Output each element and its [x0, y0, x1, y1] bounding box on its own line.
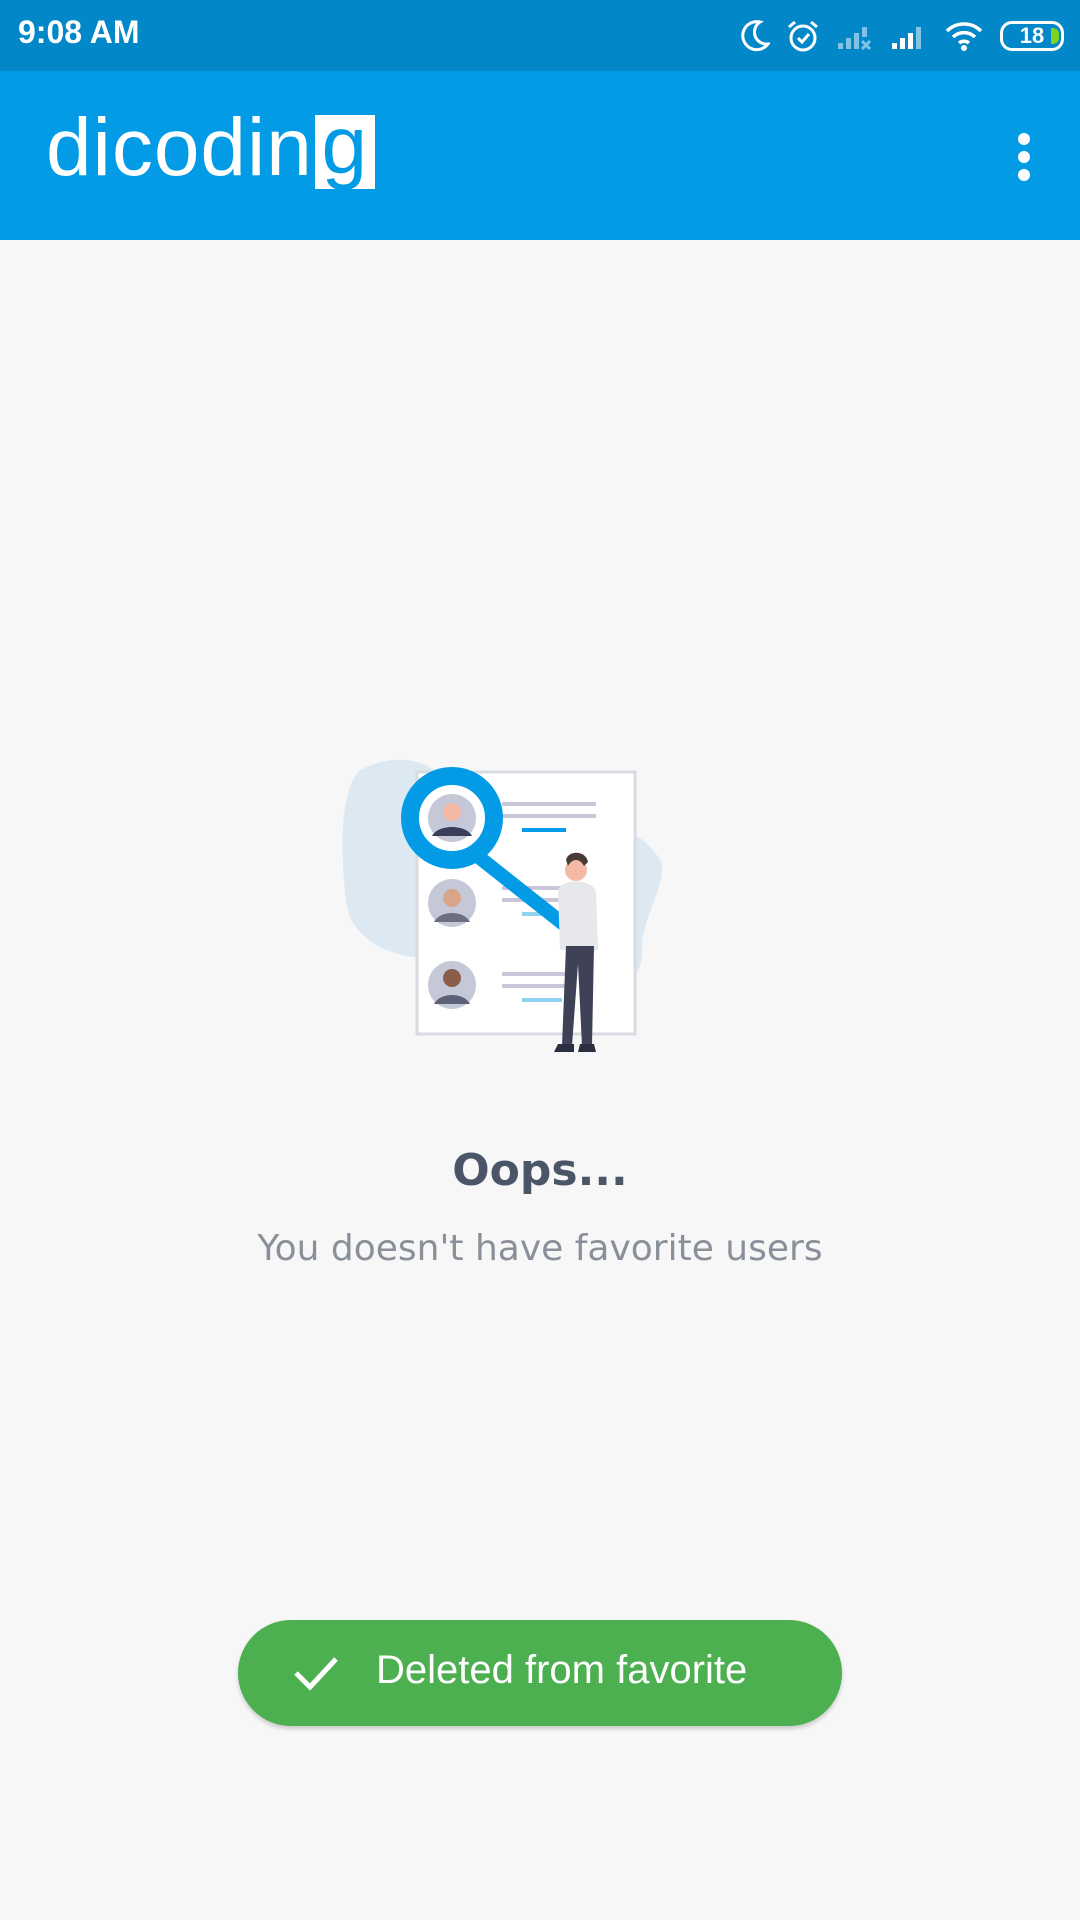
wifi-icon [944, 20, 984, 52]
signal-no-service-icon [836, 21, 874, 51]
status-icons: 18 [740, 16, 1064, 56]
app-logo: dicodin g [46, 102, 375, 193]
more-vert-icon[interactable] [1004, 129, 1044, 185]
battery-level: 18 [1000, 21, 1064, 51]
deleted-toast: Deleted from favorite [238, 1620, 842, 1726]
battery-icon: 18 [1000, 21, 1064, 51]
signal-icon [890, 21, 928, 51]
empty-state-message: You doesn't have favorite users [257, 1228, 823, 1269]
check-icon [292, 1653, 340, 1697]
alarm-icon [786, 19, 820, 53]
app-bar: dicodin g [0, 71, 1080, 240]
search-users-illustration [340, 750, 740, 1060]
logo-text: dicodin [46, 102, 313, 193]
logo-box-letter: g [314, 105, 375, 189]
empty-state-title: Oops... [452, 1145, 628, 1196]
moon-icon [740, 20, 770, 52]
status-time: 9:08 AM [18, 14, 140, 50]
status-bar: 9:08 AM 18 [0, 0, 1080, 71]
toast-message: Deleted from favorite [376, 1648, 748, 1692]
